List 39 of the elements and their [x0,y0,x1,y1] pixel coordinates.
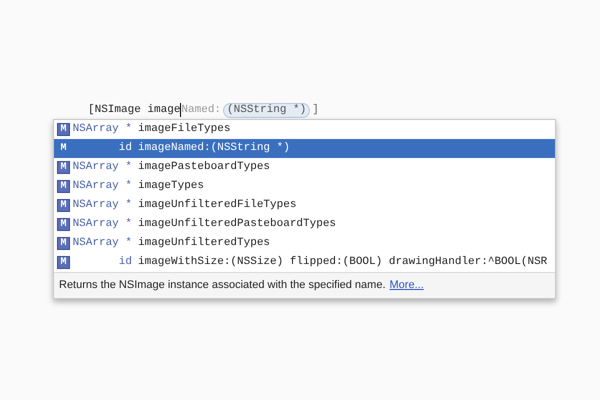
completion-item[interactable]: M NSArray * imageUnfilteredFileTypes [54,196,555,215]
method-symbol: M [57,218,70,231]
method-name: imageTypes [138,179,204,194]
more-link[interactable]: More... [390,277,424,294]
method-name: imageUnfilteredPasteboardTypes [138,217,336,232]
return-type: NSArray * [72,217,132,232]
code-text: ] [312,103,319,118]
return-type: id [118,255,132,270]
method-name: imageWithSize:(NSSize) flipped:(BOOL) drawingHandler:^BOOL(NSR [138,255,548,270]
return-type: NSArray * [72,122,132,138]
method-symbol: M [57,180,70,193]
method-symbol: M [57,256,70,269]
method-symbol: M [57,161,70,174]
method-name: imageFileTypes [138,122,230,138]
completion-item[interactable]: M id imageNamed:(NSString *) [54,139,555,158]
completion-item[interactable]: M NSArray * imagePasteboardTypes [54,158,555,177]
method-name: imageUnfilteredFileTypes [138,198,296,214]
return-type: NSArray * [72,236,132,252]
placeholder-token: (NSString *) [223,102,310,118]
method-symbol: M [57,237,70,250]
code-text: [NSImage image [88,103,180,118]
completion-item[interactable]: M NSArray * imageUnfilteredPasteboardTypes [54,215,555,234]
return-type: id [118,141,132,156]
completion-hint: Named: [181,103,222,118]
return-type: NSArray * [72,179,132,194]
method-symbol: M [59,142,68,155]
text-cursor [180,103,182,117]
method-name: imagePasteboardTypes [138,160,270,176]
return-type: NSArray * [72,198,132,214]
return-type: NSArray * [72,160,132,176]
completion-item[interactable]: M NSArray * imageUnfilteredTypes [54,234,555,253]
completion-item[interactable]: M id imageWithSize:(NSSize) flipped:(BOOL) drawingHandler:^BOOL(NSR [54,253,555,272]
method-symbol: M [57,123,70,136]
method-name: imageUnfilteredTypes [138,236,270,252]
method-symbol: M [57,199,70,212]
completion-item[interactable]: M NSArray * imageFileTypes [54,120,555,139]
method-name: imageNamed:(NSString *) [138,141,290,156]
description-text: Returns the NSImage instance associated with the specified name. [59,278,386,294]
completion-item[interactable]: M NSArray * imageTypes [54,177,555,196]
